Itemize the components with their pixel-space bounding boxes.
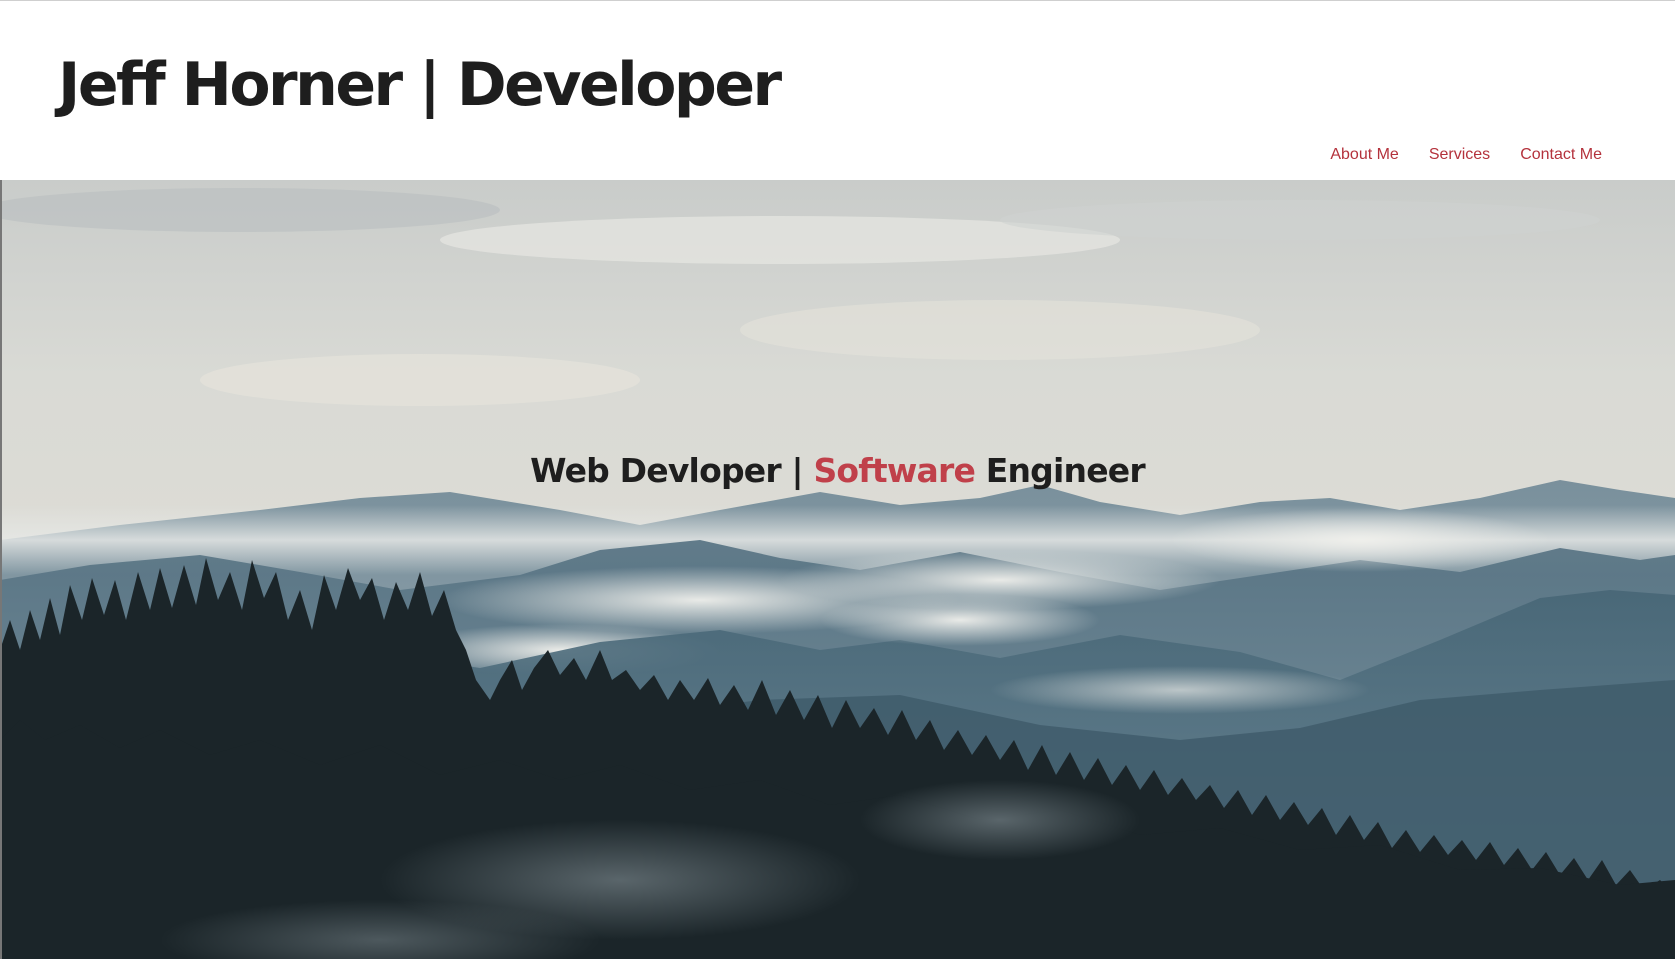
nav-link-services[interactable]: Services xyxy=(1429,144,1490,166)
tagline-part-1: Web Devloper | xyxy=(530,451,814,490)
nav-link-contact-me[interactable]: Contact Me xyxy=(1520,144,1602,166)
hero-section: Web Devloper | Software Engineer xyxy=(0,180,1675,959)
main-nav: About Me Services Contact Me xyxy=(1330,144,1602,166)
site-header: Jeff Horner | Developer About Me Service… xyxy=(0,1,1675,180)
site-title[interactable]: Jeff Horner | Developer xyxy=(58,49,782,121)
page: Jeff Horner | Developer About Me Service… xyxy=(0,0,1675,959)
hero-left-border xyxy=(0,180,2,959)
tagline-accent: Software xyxy=(813,451,976,490)
hero-tagline: Web Devloper | Software Engineer xyxy=(0,448,1675,494)
nav-link-about-me[interactable]: About Me xyxy=(1330,144,1398,166)
tagline-part-2: Engineer xyxy=(975,451,1146,490)
hero-background-image xyxy=(0,180,1675,959)
